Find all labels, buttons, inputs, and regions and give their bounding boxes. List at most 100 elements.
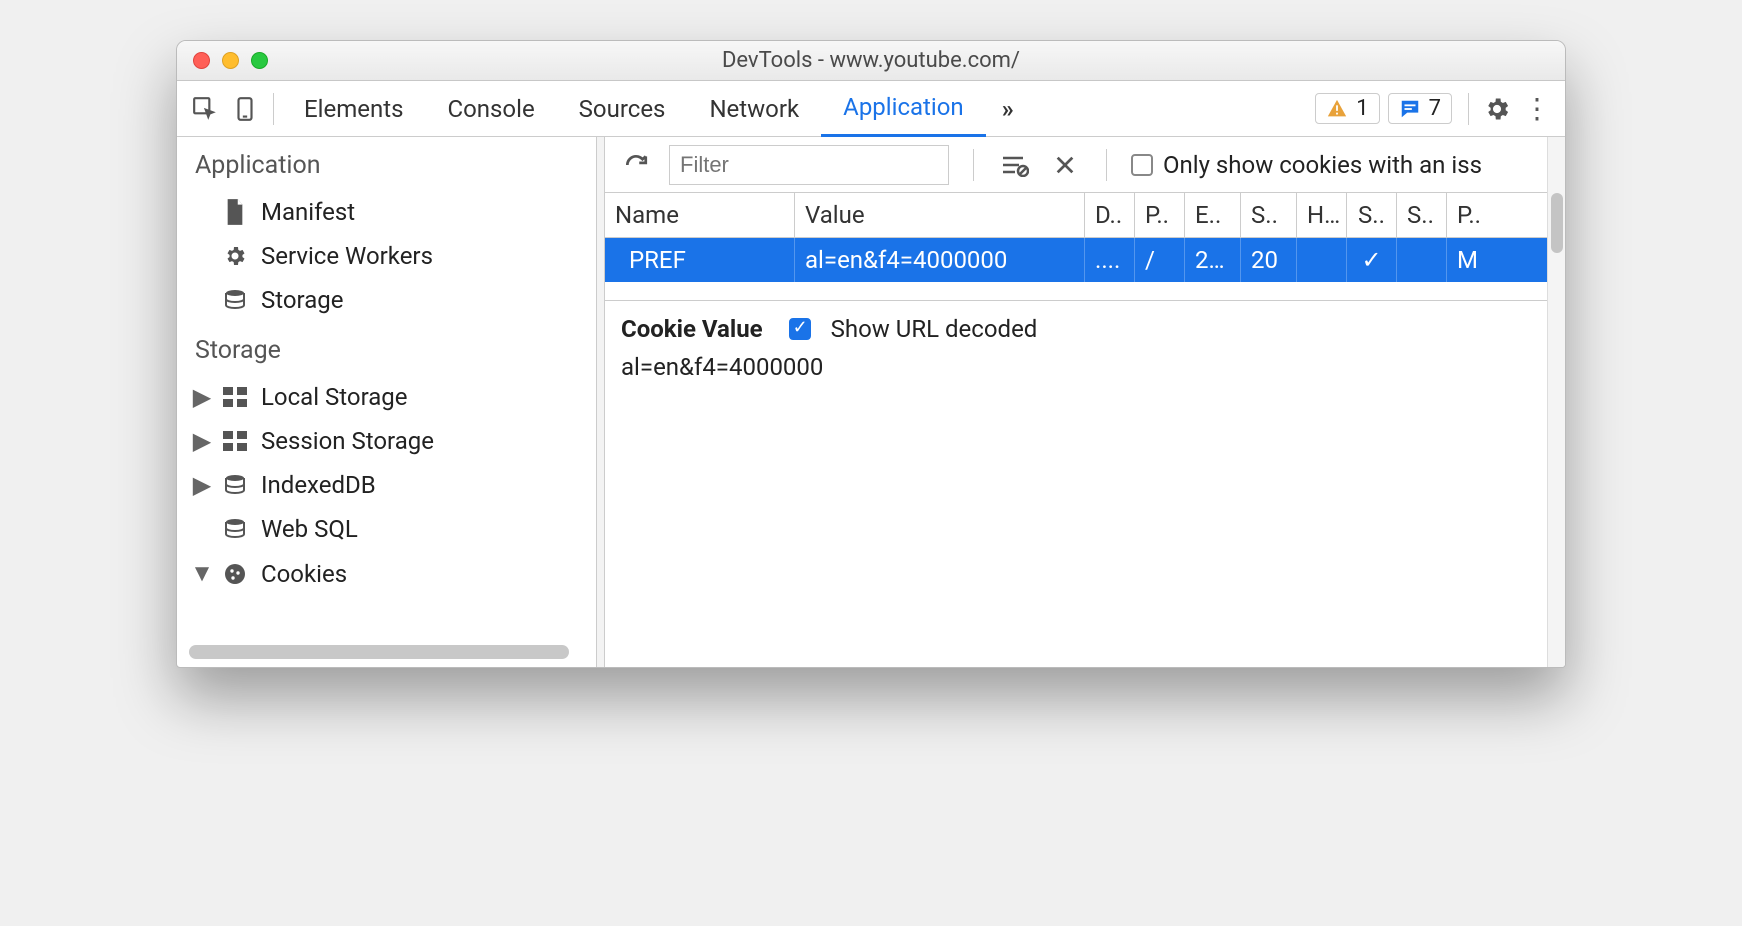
main-panel: Only show cookies with an iss Name Value… [605, 137, 1547, 667]
checkbox-icon [1131, 154, 1153, 176]
cell-path: / [1135, 238, 1185, 282]
table-row[interactable]: PREF al=en&f4=4000000 .... / 2… 20 ✓ M [605, 238, 1547, 282]
col-secure[interactable]: S.. [1347, 193, 1397, 237]
sidebar-item-storage[interactable]: Storage [177, 278, 596, 322]
sidebar-item-service-workers[interactable]: Service Workers [177, 234, 596, 278]
filter-input[interactable] [669, 145, 949, 185]
sidebar-item-label: Storage [261, 286, 343, 314]
tab-console[interactable]: Console [425, 81, 556, 137]
sidebar: Application Manifest Service Workers [177, 137, 597, 667]
chevron-right-icon: ▶ [195, 471, 209, 499]
chevron-right-icon: ▶ [195, 383, 209, 411]
warning-icon [1326, 98, 1348, 120]
show-decoded-label: Show URL decoded [831, 315, 1038, 343]
sidebar-item-label: Manifest [261, 198, 355, 226]
col-size[interactable]: S.. [1241, 193, 1297, 237]
cell-httponly [1297, 238, 1347, 282]
col-path[interactable]: P.. [1135, 193, 1185, 237]
sidebar-item-label: Session Storage [261, 427, 434, 455]
minimize-window-button[interactable] [222, 52, 239, 69]
messages-badge[interactable]: 7 [1388, 93, 1452, 124]
separator [273, 93, 274, 125]
sidebar-item-cookies[interactable]: ▼ Cookies [177, 551, 596, 596]
inspect-element-icon[interactable] [185, 89, 225, 129]
sidebar-item-label: Service Workers [261, 242, 433, 270]
col-expires[interactable]: E.. [1185, 193, 1241, 237]
kebab-menu-button[interactable]: ⋮ [1517, 92, 1557, 125]
col-httponly[interactable]: H.. [1297, 193, 1347, 237]
delete-button[interactable] [1048, 148, 1082, 182]
detail-title: Cookie Value [621, 315, 763, 343]
file-icon [221, 199, 249, 225]
settings-button[interactable] [1477, 95, 1517, 123]
sidebar-item-label: IndexedDB [261, 471, 376, 499]
window-title: DevTools - www.youtube.com/ [722, 48, 1020, 73]
cell-value: al=en&f4=4000000 [795, 238, 1085, 282]
more-tabs-button[interactable]: » [986, 95, 1030, 123]
cookie-icon [221, 562, 249, 586]
sidebar-item-session-storage[interactable]: ▶ Session Storage [177, 419, 596, 463]
database-icon [221, 517, 249, 541]
sidebar-item-websql[interactable]: Web SQL [177, 507, 596, 551]
filter-field[interactable] [669, 145, 949, 185]
grid-icon [221, 387, 249, 407]
cookie-value-text: al=en&f4=4000000 [621, 353, 1531, 381]
cell-samesite [1397, 238, 1447, 282]
tab-elements[interactable]: Elements [282, 81, 425, 137]
cell-size: 20 [1241, 238, 1297, 282]
messages-count: 7 [1429, 96, 1441, 121]
tab-application[interactable]: Application [821, 81, 986, 137]
only-issues-label: Only show cookies with an iss [1163, 151, 1482, 179]
splitter-handle[interactable] [597, 137, 605, 667]
devtools-window: DevTools - www.youtube.com/ Elements Con… [176, 40, 1566, 668]
clear-all-button[interactable] [998, 148, 1032, 182]
col-name[interactable]: Name [605, 193, 795, 237]
zoom-window-button[interactable] [251, 52, 268, 69]
only-issues-checkbox[interactable]: Only show cookies with an iss [1131, 151, 1482, 179]
panel-tabs: Elements Console Sources Network Applica… [282, 81, 986, 137]
database-icon [221, 288, 249, 312]
cell-expires: 2… [1185, 238, 1241, 282]
separator [1106, 149, 1107, 181]
device-toggle-icon[interactable] [225, 89, 265, 129]
traffic-lights [193, 52, 268, 69]
gear-icon [221, 244, 249, 268]
checkbox-checked-icon [789, 318, 811, 340]
sidebar-item-label: Web SQL [261, 515, 358, 543]
sidebar-item-indexeddb[interactable]: ▶ IndexedDB [177, 463, 596, 507]
tab-network[interactable]: Network [687, 81, 821, 137]
sidebar-section-application: Application [177, 137, 596, 190]
database-icon [221, 473, 249, 497]
cookies-table: Name Value D.. P.. E.. S.. H.. S.. S.. P… [605, 193, 1547, 301]
cookie-detail: Cookie Value Show URL decoded al=en&f4=4… [605, 301, 1547, 395]
col-domain[interactable]: D.. [1085, 193, 1135, 237]
message-icon [1399, 98, 1421, 120]
panel-body: Application Manifest Service Workers [177, 137, 1565, 667]
cookies-toolbar: Only show cookies with an iss [605, 137, 1547, 193]
warnings-badge[interactable]: 1 [1315, 93, 1379, 124]
cell-domain: .... [1085, 238, 1135, 282]
horizontal-scrollbar[interactable] [189, 645, 569, 659]
vertical-scrollbar[interactable] [1547, 137, 1565, 667]
close-window-button[interactable] [193, 52, 210, 69]
col-samesite[interactable]: S.. [1397, 193, 1447, 237]
grid-icon [221, 431, 249, 451]
col-value[interactable]: Value [795, 193, 1085, 237]
cell-secure: ✓ [1347, 238, 1397, 282]
sidebar-section-storage: Storage [177, 322, 596, 375]
refresh-button[interactable] [619, 148, 653, 182]
col-priority[interactable]: P.. [1447, 193, 1547, 237]
tab-strip: Elements Console Sources Network Applica… [177, 81, 1565, 137]
tab-sources[interactable]: Sources [557, 81, 688, 137]
sidebar-item-label: Local Storage [261, 383, 408, 411]
sidebar-item-manifest[interactable]: Manifest [177, 190, 596, 234]
chevron-down-icon: ▼ [195, 559, 209, 588]
chevron-right-icon: ▶ [195, 427, 209, 455]
separator [973, 149, 974, 181]
show-decoded-checkbox[interactable]: Show URL decoded [789, 315, 1038, 343]
cell-name: PREF [605, 238, 795, 282]
cell-priority: M [1447, 238, 1547, 282]
sidebar-item-local-storage[interactable]: ▶ Local Storage [177, 375, 596, 419]
scrollbar-thumb[interactable] [1551, 193, 1563, 253]
separator [1468, 93, 1469, 125]
